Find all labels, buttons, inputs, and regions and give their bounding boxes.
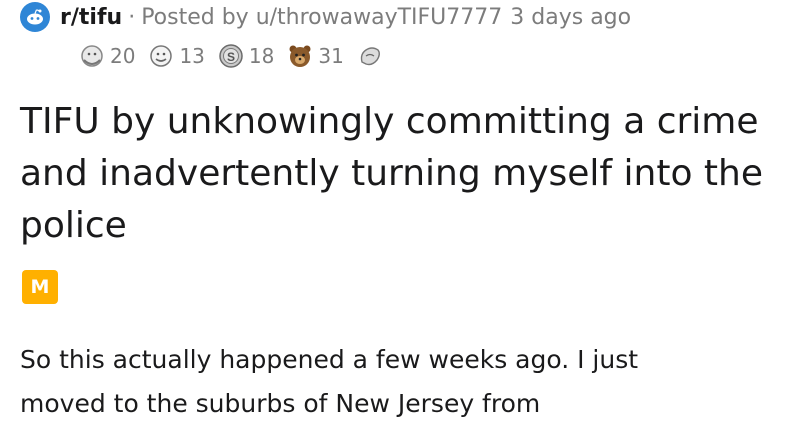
svg-text:S: S bbox=[227, 50, 235, 64]
award-item[interactable]: S 18 bbox=[217, 42, 274, 70]
subreddit-link[interactable]: r/tifu bbox=[60, 5, 122, 30]
post-body-line: So this actually happened a few weeks ag… bbox=[20, 345, 639, 374]
award-item[interactable] bbox=[356, 42, 388, 70]
award-item[interactable]: 13 bbox=[147, 42, 205, 70]
posted-by-user[interactable]: Posted by u/throwawayTIFU7777 bbox=[141, 5, 502, 30]
awards-row[interactable]: 20 13 S 18 31 bbox=[78, 38, 400, 74]
post-time: 3 days ago bbox=[510, 4, 632, 30]
award-count: 18 bbox=[248, 44, 275, 68]
meta-separator: · bbox=[128, 4, 136, 30]
bear-award-icon bbox=[289, 45, 311, 67]
face-award-icon bbox=[150, 45, 173, 67]
post-title[interactable]: TIFU by unknowingly committing a crime a… bbox=[20, 96, 790, 252]
post-body: So this actually happened a few weeks ag… bbox=[20, 338, 790, 426]
reddit-alien-icon[interactable] bbox=[20, 2, 50, 32]
award-count: 31 bbox=[318, 44, 344, 68]
silver-award-icon: S bbox=[219, 44, 243, 68]
post-body-line: moved to the suburbs of New Jersey from bbox=[20, 389, 541, 418]
post-flair[interactable]: M bbox=[22, 270, 58, 304]
award-item[interactable]: 20 bbox=[78, 42, 135, 70]
award-count: 13 bbox=[179, 44, 205, 68]
gesture-award-icon bbox=[360, 47, 380, 66]
award-count: 20 bbox=[110, 44, 136, 68]
post-header: r/tifu · Posted by u/throwawayTIFU7777 3… bbox=[20, 0, 631, 34]
hug-award-icon bbox=[81, 45, 103, 67]
award-item[interactable]: 31 bbox=[286, 42, 344, 70]
